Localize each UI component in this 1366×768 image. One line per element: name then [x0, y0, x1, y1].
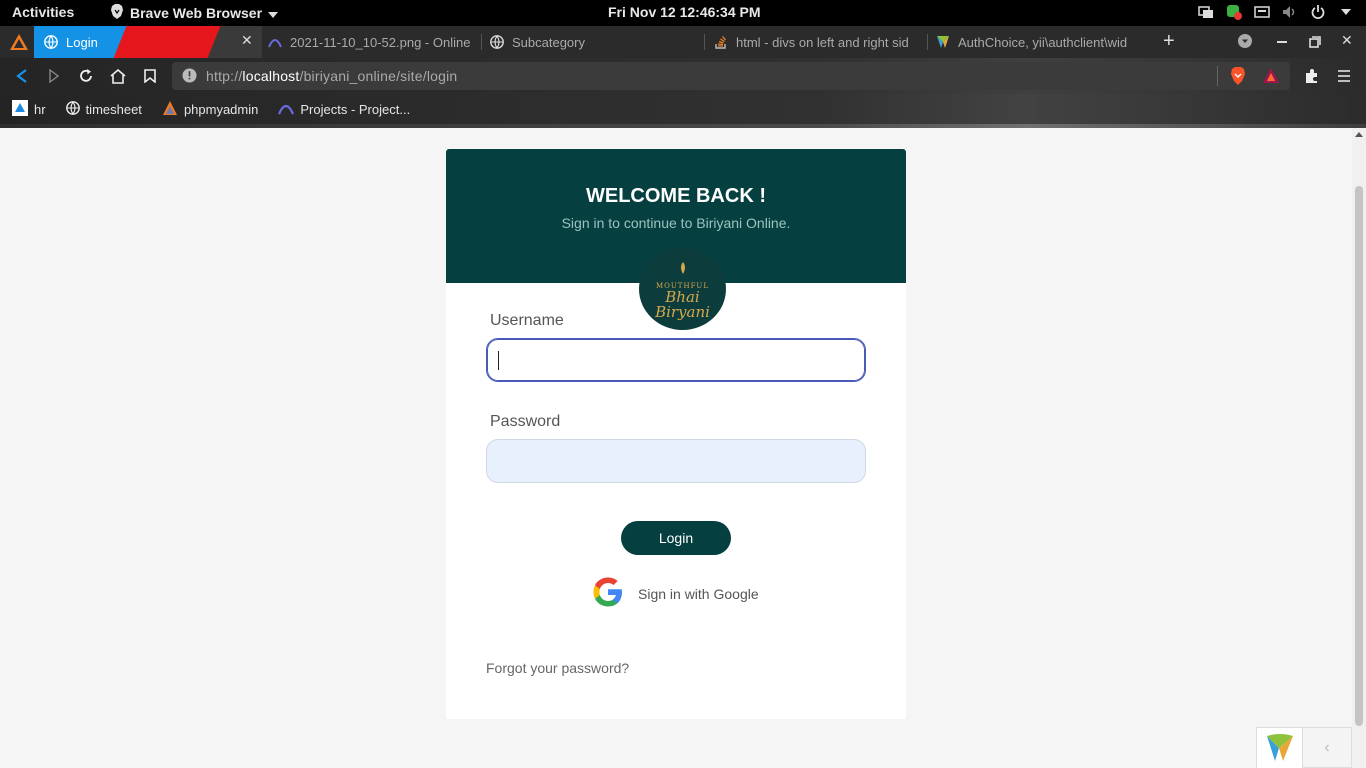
tab-bar: Login ✕ 2021-11-10_10-52.png - Online B …: [0, 26, 1366, 58]
chevron-down-icon: [268, 5, 279, 21]
google-signin-label: Sign in with Google: [638, 585, 759, 602]
tab-title: Login: [66, 34, 98, 50]
tab-authchoice[interactable]: AuthChoice, yii\authclient\wid: [936, 26, 1146, 58]
info-icon[interactable]: [182, 68, 197, 88]
bookmark-projects[interactable]: Projects - Project...: [278, 101, 410, 118]
tab-stackoverflow[interactable]: html - divs on left and right sid: [714, 26, 920, 58]
brave-rewards-icon[interactable]: [1263, 68, 1279, 88]
system-top-bar: Activities Brave Web Browser Fri Nov 12 …: [0, 0, 1366, 26]
stackoverflow-icon: [714, 35, 728, 49]
login-card: WELCOME BACK ! Sign in to continue to Bi…: [446, 149, 906, 719]
tab-title: 2021-11-10_10-52.png - Online B: [290, 34, 473, 50]
extensions-icon[interactable]: [1302, 66, 1322, 86]
menu-icon[interactable]: [1334, 66, 1354, 86]
username-label: Username: [490, 312, 564, 329]
minimize-icon[interactable]: [1276, 30, 1288, 47]
volume-icon[interactable]: [1282, 4, 1298, 20]
app-menu[interactable]: Brave Web Browser: [110, 4, 279, 22]
forgot-password-link[interactable]: Forgot your password?: [486, 660, 629, 676]
yii-icon[interactable]: [1257, 728, 1303, 768]
system-tray: [1198, 4, 1354, 20]
bookmark-phpmyadmin[interactable]: phpmyadmin: [162, 100, 258, 119]
brave-menu-icon[interactable]: [10, 26, 28, 58]
clock[interactable]: Fri Nov 12 12:46:34 PM: [608, 4, 761, 20]
chevron-left-icon[interactable]: ‹: [1303, 728, 1351, 767]
tab-search-icon[interactable]: [1238, 34, 1252, 51]
bookmark-timesheet[interactable]: timesheet: [65, 100, 142, 118]
navigation-bar: http://localhost/biriyani_online/site/lo…: [0, 58, 1366, 94]
tab-subcategory[interactable]: Subcategory: [490, 26, 690, 58]
hr-site-icon: [12, 99, 28, 119]
power-icon[interactable]: [1310, 4, 1326, 20]
globe-icon: [65, 100, 80, 118]
welcome-subtitle: Sign in to continue to Biriyani Online.: [561, 215, 791, 231]
login-button[interactable]: Login: [621, 521, 731, 555]
google-icon: [592, 576, 624, 611]
url-text[interactable]: http://localhost/biriyani_online/site/lo…: [206, 68, 457, 84]
app-name: Brave Web Browser: [130, 5, 263, 21]
tab-login[interactable]: Login: [44, 26, 244, 58]
scrollbar-thumb[interactable]: [1355, 186, 1363, 726]
tab-title: html - divs on left and right sid: [736, 34, 909, 50]
flame-icon: [679, 259, 687, 278]
bookmarks-bar: hr timesheet phpmyadmin Projects - Proje…: [0, 94, 1366, 124]
keyboard-icon[interactable]: [1254, 4, 1270, 20]
password-label: Password: [490, 413, 561, 430]
password-input[interactable]: [486, 439, 866, 483]
tab-close-icon[interactable]: ✕: [241, 32, 253, 49]
globe-icon: [490, 35, 504, 49]
forward-icon[interactable]: [44, 66, 64, 86]
google-signin-button[interactable]: Sign in with Google: [592, 576, 759, 611]
brave-lion-icon: [110, 4, 124, 22]
scroll-up-icon[interactable]: [1355, 132, 1363, 137]
tab-screenshot-png[interactable]: 2021-11-10_10-52.png - Online B: [268, 26, 473, 58]
logo-line2: Biryani: [655, 302, 710, 321]
arc-icon: [268, 35, 282, 49]
chevron-down-icon[interactable]: [1338, 4, 1354, 20]
bookmark-hr[interactable]: hr: [12, 99, 46, 119]
reload-icon[interactable]: [76, 66, 96, 86]
tab-title: AuthChoice, yii\authclient\wid: [958, 34, 1128, 50]
close-window-icon[interactable]: ✕: [1341, 32, 1353, 49]
phpmyadmin-icon: [162, 100, 178, 119]
yii-icon: [936, 35, 950, 49]
bookmark-icon[interactable]: [140, 66, 160, 86]
home-icon[interactable]: [108, 66, 128, 86]
username-input[interactable]: [486, 338, 866, 382]
activities-button[interactable]: Activities: [12, 4, 74, 20]
brave-shields-icon[interactable]: [1230, 67, 1246, 90]
vpn-shield-icon[interactable]: [1226, 4, 1242, 20]
welcome-title: WELCOME BACK !: [586, 185, 766, 207]
tab-title: Subcategory: [512, 34, 585, 50]
brand-logo: MOUTHFUL Bhai Biryani: [639, 248, 726, 330]
restore-icon[interactable]: [1309, 35, 1321, 51]
page-scrollbar[interactable]: [1352, 128, 1366, 768]
new-tab-button[interactable]: +: [1163, 30, 1175, 53]
yii-debug-toolbar[interactable]: ‹: [1256, 727, 1352, 768]
arc-icon: [278, 101, 295, 118]
address-bar[interactable]: http://localhost/biriyani_online/site/lo…: [172, 62, 1290, 90]
screen-share-icon[interactable]: [1198, 4, 1214, 20]
globe-icon: [44, 35, 58, 49]
back-icon[interactable]: [12, 66, 32, 86]
